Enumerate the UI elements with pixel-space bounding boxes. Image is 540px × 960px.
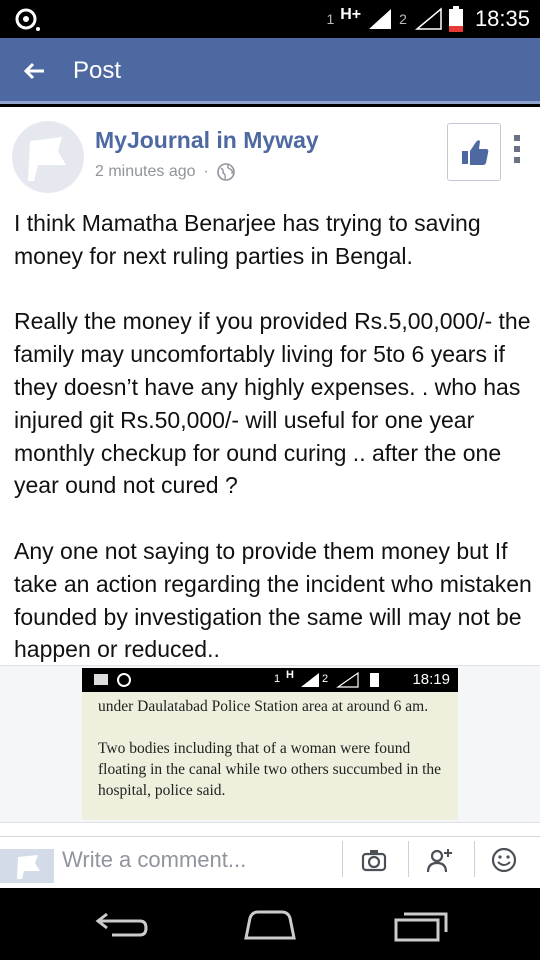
globe-icon bbox=[217, 163, 235, 181]
screenshot-clock: 18:19 bbox=[412, 671, 450, 688]
tag-friends-icon[interactable] bbox=[426, 846, 454, 874]
attached-image-container[interactable]: 1 H 2 18:19 under Daulatabad Police Stat… bbox=[0, 665, 540, 823]
attached-screenshot[interactable]: 1 H 2 18:19 under Daulatabad Police Stat… bbox=[82, 668, 458, 820]
notification-icon bbox=[15, 8, 40, 31]
recent-apps-icon[interactable] bbox=[390, 908, 450, 942]
flag-icon bbox=[28, 137, 66, 181]
screenshot-paragraph: Two bodies including that of a woman wer… bbox=[98, 740, 442, 799]
comment-input[interactable]: Write a comment... bbox=[62, 847, 246, 873]
screenshot-battery-icon bbox=[336, 671, 379, 688]
screenshot-sim-2: 2 bbox=[322, 673, 329, 685]
screenshot-signal-icon bbox=[301, 673, 319, 687]
page-title: Post bbox=[73, 57, 122, 84]
meta-separator: · bbox=[203, 163, 209, 180]
post-paragraph: I think Mamatha Benarjee has trying to s… bbox=[14, 210, 488, 269]
comment-bar: Write a comment... bbox=[0, 836, 540, 888]
screenshot-status-icons bbox=[94, 673, 131, 687]
post-meta: 2 minutes ago · bbox=[95, 163, 235, 181]
system-navigation-bar bbox=[0, 888, 540, 960]
thumbs-up-icon bbox=[462, 140, 489, 165]
post-text: I think Mamatha Benarjee has trying to s… bbox=[14, 207, 534, 666]
emoji-icon[interactable] bbox=[490, 846, 518, 874]
app-bar: Post bbox=[0, 38, 540, 104]
home-icon[interactable] bbox=[240, 908, 300, 942]
sim-2-indicator: 2 bbox=[399, 11, 407, 27]
screenshot-sim-1: 1 bbox=[274, 673, 281, 685]
divider bbox=[342, 841, 343, 877]
more-options-icon[interactable] bbox=[508, 129, 528, 173]
commenter-avatar bbox=[0, 849, 54, 883]
divider bbox=[474, 841, 475, 877]
post-paragraph: Really the money if you provided Rs.5,00… bbox=[14, 308, 537, 499]
page-avatar[interactable] bbox=[12, 121, 84, 193]
screenshot-network-type: H bbox=[286, 669, 294, 681]
back-icon[interactable] bbox=[90, 908, 150, 942]
screenshot-article-text: under Daulatabad Police Station area at … bbox=[98, 696, 448, 801]
post-content[interactable]: MyJournal in Myway 2 minutes ago · I thi… bbox=[0, 107, 540, 836]
clock: 18:35 bbox=[474, 6, 530, 31]
flag-icon bbox=[17, 855, 40, 879]
back-arrow-icon[interactable] bbox=[20, 56, 50, 86]
signal-icon bbox=[369, 9, 392, 29]
post-author[interactable]: MyJournal in Myway bbox=[95, 127, 319, 154]
sim-1-indicator: 1 bbox=[326, 11, 335, 27]
network-type: H+ bbox=[340, 6, 362, 23]
camera-icon[interactable] bbox=[360, 846, 388, 874]
divider bbox=[408, 841, 409, 877]
status-bar: 1 H+ 2 18:35 bbox=[0, 0, 540, 38]
like-page-button[interactable] bbox=[447, 123, 501, 181]
screenshot-status-bar: 1 H 2 18:19 bbox=[82, 668, 458, 692]
battery-icon bbox=[448, 6, 463, 32]
screenshot-paragraph: under Daulatabad Police Station area at … bbox=[98, 698, 429, 715]
sim-2-signal-icon bbox=[414, 7, 442, 30]
post-paragraph: Any one not saying to provide them money… bbox=[14, 537, 539, 663]
post-timestamp: 2 minutes ago bbox=[95, 163, 196, 180]
